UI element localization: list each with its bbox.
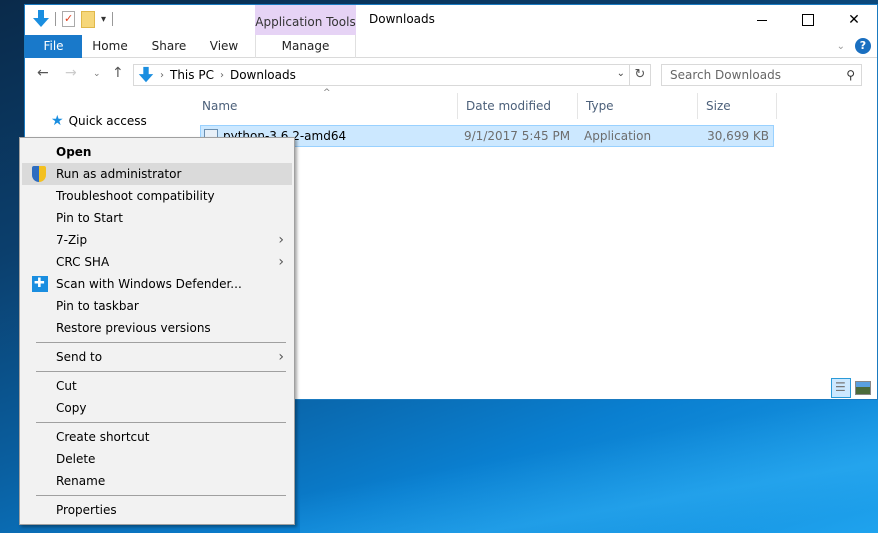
menu-item-label: Create shortcut [56, 430, 150, 444]
column-header-date-modified[interactable]: Date modified [458, 93, 578, 119]
quick-access-label: Quick access [68, 114, 147, 128]
new-folder-icon[interactable] [81, 10, 95, 28]
menu-item-delete[interactable]: Delete [22, 448, 292, 470]
menu-separator [36, 495, 286, 496]
tab-manage[interactable]: Manage [255, 35, 356, 58]
file-date-modified: 9/1/2017 5:45 PM [464, 129, 571, 143]
menu-item-rename[interactable]: Rename [22, 470, 292, 492]
windows-defender-icon [32, 273, 48, 295]
breadcrumb-this-pc[interactable]: This PC [170, 68, 214, 82]
back-button[interactable]: ← [37, 65, 49, 81]
menu-separator [36, 371, 286, 372]
chevron-right-icon[interactable]: › [220, 70, 224, 81]
file-size: 30,699 KB [707, 129, 769, 143]
menu-item-label: Delete [56, 452, 96, 466]
ribbon-tabs: File Home Share View Manage ⌄ ? [25, 35, 877, 58]
tab-share[interactable]: Share [143, 35, 195, 58]
context-menu: Open Run as administrator Troubleshoot c… [19, 137, 295, 525]
menu-separator [36, 422, 286, 423]
large-icons-view-button[interactable] [855, 381, 871, 395]
menu-item-label: Cut [56, 379, 77, 393]
menu-item-pin-to-taskbar[interactable]: Pin to taskbar [22, 295, 292, 317]
submenu-arrow-icon: › [278, 232, 284, 248]
search-placeholder: Search Downloads [670, 68, 781, 82]
tab-view[interactable]: View [201, 35, 247, 58]
menu-item-label: Properties [56, 503, 117, 517]
menu-item-cut[interactable]: Cut [22, 375, 292, 397]
menu-item-label: 7-Zip [56, 233, 88, 247]
column-headers: ^ Name Date modified Type Size [185, 88, 777, 119]
help-icon[interactable]: ? [855, 38, 871, 54]
menu-item-send-to[interactable]: Send to › [22, 346, 292, 368]
window-title: Downloads [369, 12, 435, 26]
menu-item-open[interactable]: Open [22, 141, 292, 163]
menu-item-troubleshoot-compatibility[interactable]: Troubleshoot compatibility [22, 185, 292, 207]
refresh-button[interactable]: ↻ [630, 64, 651, 86]
divider [112, 12, 114, 26]
window-controls: ✕ [739, 5, 877, 35]
search-icon[interactable]: ⚲ [846, 65, 855, 85]
menu-item-label: Open [56, 145, 92, 159]
menu-item-label: Run as administrator [56, 167, 182, 181]
menu-item-label: Rename [56, 474, 106, 488]
desktop-wallpaper [300, 400, 878, 533]
up-button[interactable]: ↑ [112, 65, 124, 81]
menu-item-pin-to-start[interactable]: Pin to Start [22, 207, 292, 229]
menu-item-label: Send to [56, 350, 103, 364]
menu-separator [36, 342, 286, 343]
breadcrumb-downloads[interactable]: Downloads [230, 68, 296, 82]
quick-access-toolbar: ▾ [33, 10, 114, 28]
column-header-type[interactable]: Type [578, 93, 698, 119]
menu-item-properties[interactable]: Properties [22, 499, 292, 521]
column-header-name[interactable]: Name [185, 93, 458, 119]
menu-item-create-shortcut[interactable]: Create shortcut [22, 426, 292, 448]
uac-shield-icon [32, 166, 46, 182]
nav-pane-quick-access[interactable]: ★ Quick access [51, 113, 147, 129]
address-bar[interactable]: › This PC › Downloads ⌄ [133, 64, 630, 86]
title-bar[interactable]: ▾ Application Tools Downloads ✕ [25, 5, 877, 35]
downloads-folder-icon [33, 10, 49, 28]
recent-locations-button[interactable]: ⌄ [93, 69, 101, 79]
menu-item-label: Pin to Start [56, 211, 123, 225]
column-header-size[interactable]: Size [698, 93, 777, 119]
details-view-button[interactable] [831, 378, 851, 398]
view-toggle [831, 378, 871, 398]
tab-file[interactable]: File [25, 35, 82, 58]
menu-item-label: CRC SHA [56, 255, 110, 269]
application-tools-tab-group: Application Tools [255, 5, 356, 35]
menu-item-label: Restore previous versions [56, 321, 211, 335]
submenu-arrow-icon: › [278, 349, 284, 365]
forward-button[interactable]: → [65, 65, 77, 81]
chevron-right-icon[interactable]: › [160, 70, 164, 81]
menu-item-label: Troubleshoot compatibility [56, 189, 215, 203]
expand-ribbon-icon[interactable]: ⌄ [837, 41, 845, 52]
minimize-button[interactable] [739, 5, 785, 35]
ribbon-right-controls: ⌄ ? [837, 38, 871, 54]
chevron-down-icon[interactable]: ⌄ [617, 68, 625, 79]
menu-item-7zip[interactable]: 7-Zip › [22, 229, 292, 251]
tab-home[interactable]: Home [85, 35, 135, 58]
menu-item-copy[interactable]: Copy [22, 397, 292, 419]
divider [55, 12, 56, 26]
customize-toolbar-icon[interactable]: ▾ [101, 14, 106, 25]
menu-item-label: Pin to taskbar [56, 299, 139, 313]
file-type: Application [584, 129, 652, 143]
navigation-bar: ← → ⌄ ↑ › This PC › Downloads ⌄ ↻ Search… [25, 63, 877, 89]
star-icon: ★ [51, 113, 64, 129]
menu-item-restore-previous-versions[interactable]: Restore previous versions [22, 317, 292, 339]
maximize-button[interactable] [785, 5, 831, 35]
menu-item-crc-sha[interactable]: CRC SHA › [22, 251, 292, 273]
menu-item-scan-with-defender[interactable]: Scan with Windows Defender... [22, 273, 292, 295]
close-button[interactable]: ✕ [831, 5, 877, 35]
menu-item-label: Copy [56, 401, 87, 415]
search-input[interactable]: Search Downloads ⚲ [661, 64, 862, 86]
menu-item-run-as-administrator[interactable]: Run as administrator [22, 163, 292, 185]
menu-item-label: Scan with Windows Defender... [56, 277, 242, 291]
properties-icon[interactable] [62, 11, 75, 27]
downloads-icon [138, 66, 154, 83]
submenu-arrow-icon: › [278, 254, 284, 270]
